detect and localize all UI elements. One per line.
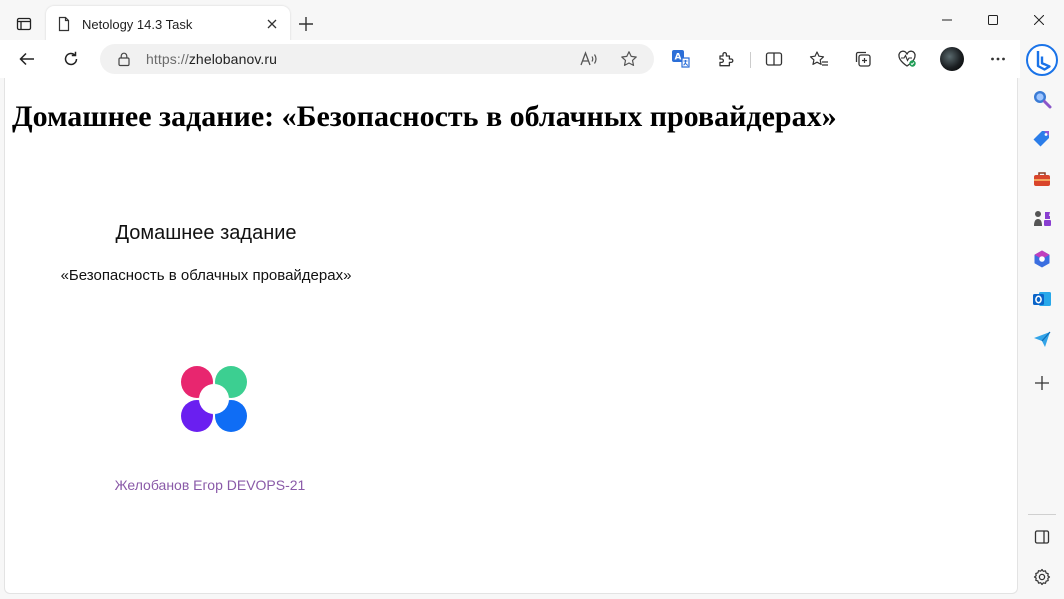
sidebar-add-button[interactable] (1028, 369, 1056, 397)
sidebar-tools-button[interactable] (1028, 165, 1056, 193)
read-aloud-icon (580, 51, 597, 66)
tab-actions-icon (16, 17, 32, 31)
back-button[interactable] (12, 44, 42, 74)
browser-essentials-button[interactable] (892, 44, 922, 74)
collections-icon (855, 51, 871, 67)
more-icon (991, 57, 1005, 61)
search-icon (1034, 91, 1052, 109)
extensions-icon (719, 52, 734, 67)
edge-sidebar (1020, 40, 1064, 599)
settings-and-more-button[interactable] (983, 44, 1013, 74)
sidebar-settings-button[interactable] (1028, 563, 1056, 591)
sidebar-divider (1028, 514, 1056, 515)
page-icon (56, 16, 72, 32)
page-viewport: Домашнее задание: «Безопасность в облачн… (4, 78, 1018, 594)
sidebar-shopping-button[interactable] (1028, 125, 1056, 153)
maximize-button[interactable] (970, 0, 1016, 40)
sidebar-search-button[interactable] (1028, 85, 1056, 113)
address-bar[interactable]: https://zhelobanov.ru (100, 44, 654, 74)
new-tab-button[interactable] (294, 12, 318, 36)
extensions-button[interactable] (711, 44, 741, 74)
tab-active[interactable]: Netology 14.3 Task (46, 6, 290, 42)
refresh-icon (64, 51, 78, 66)
favorite-star-icon (621, 51, 637, 66)
favorites-button[interactable] (804, 44, 834, 74)
close-tab-icon[interactable] (264, 16, 280, 32)
author-name: Желобанов Егор DEVOPS-21 (114, 477, 306, 493)
sidebar-outlook-button[interactable] (1028, 285, 1056, 313)
back-icon (19, 52, 34, 66)
minimize-button[interactable] (924, 0, 970, 40)
page-heading: Домашнее задание: «Безопасность в облачн… (12, 100, 837, 133)
refresh-button[interactable] (56, 44, 86, 74)
logo-center-hole (199, 384, 229, 414)
office-icon (1034, 250, 1050, 268)
read-aloud-button[interactable] (574, 44, 604, 74)
tab-actions-button[interactable] (8, 10, 40, 38)
translate-icon: A (672, 50, 690, 68)
translate-button[interactable]: A (666, 44, 696, 74)
outlook-icon (1033, 292, 1051, 306)
bing-copilot-icon (1026, 44, 1058, 76)
browser-essentials-icon (898, 50, 916, 67)
url-host: zhelobanov.ru (188, 51, 278, 67)
lock-icon[interactable] (116, 51, 132, 67)
url-prefix: https:// (146, 51, 189, 67)
collections-button[interactable] (848, 44, 878, 74)
tab-title: Netology 14.3 Task (82, 16, 193, 32)
slide-title: Домашнее задание (115, 222, 297, 244)
split-screen-icon (765, 52, 783, 66)
favorites-icon (809, 51, 828, 66)
close-window-button[interactable] (1016, 0, 1062, 40)
tools-icon (1034, 172, 1050, 186)
bing-copilot-button[interactable] (1024, 42, 1060, 78)
svg-text:A: A (675, 53, 682, 63)
close-window-icon (1034, 15, 1044, 25)
sidebar-send-button[interactable] (1028, 325, 1056, 353)
netology-logo (181, 366, 247, 432)
slide-subtitle: «Безопасность в облачных провайдерах» (60, 267, 352, 284)
sidebar-games-button[interactable] (1028, 205, 1056, 233)
split-screen-button[interactable] (759, 44, 789, 74)
sidebar-toggle-icon (1034, 530, 1050, 544)
send-icon (1034, 331, 1051, 347)
toolbar-divider (750, 52, 751, 68)
profile-avatar[interactable] (940, 47, 964, 71)
url-text[interactable]: https://zhelobanov.ru (146, 51, 277, 67)
tab-strip: Netology 14.3 Task (0, 0, 1064, 42)
hide-sidebar-button[interactable] (1028, 523, 1056, 551)
add-favorite-button[interactable] (614, 44, 644, 74)
minimize-icon (942, 19, 952, 21)
games-icon (1034, 211, 1051, 226)
maximize-icon (988, 15, 998, 25)
browser-toolbar: https://zhelobanov.ru A (0, 40, 1020, 78)
plus-icon (299, 17, 313, 31)
settings-icon (1033, 568, 1051, 586)
sidebar-office-button[interactable] (1028, 245, 1056, 273)
shopping-tag-icon (1033, 131, 1049, 147)
add-icon (1035, 376, 1049, 390)
